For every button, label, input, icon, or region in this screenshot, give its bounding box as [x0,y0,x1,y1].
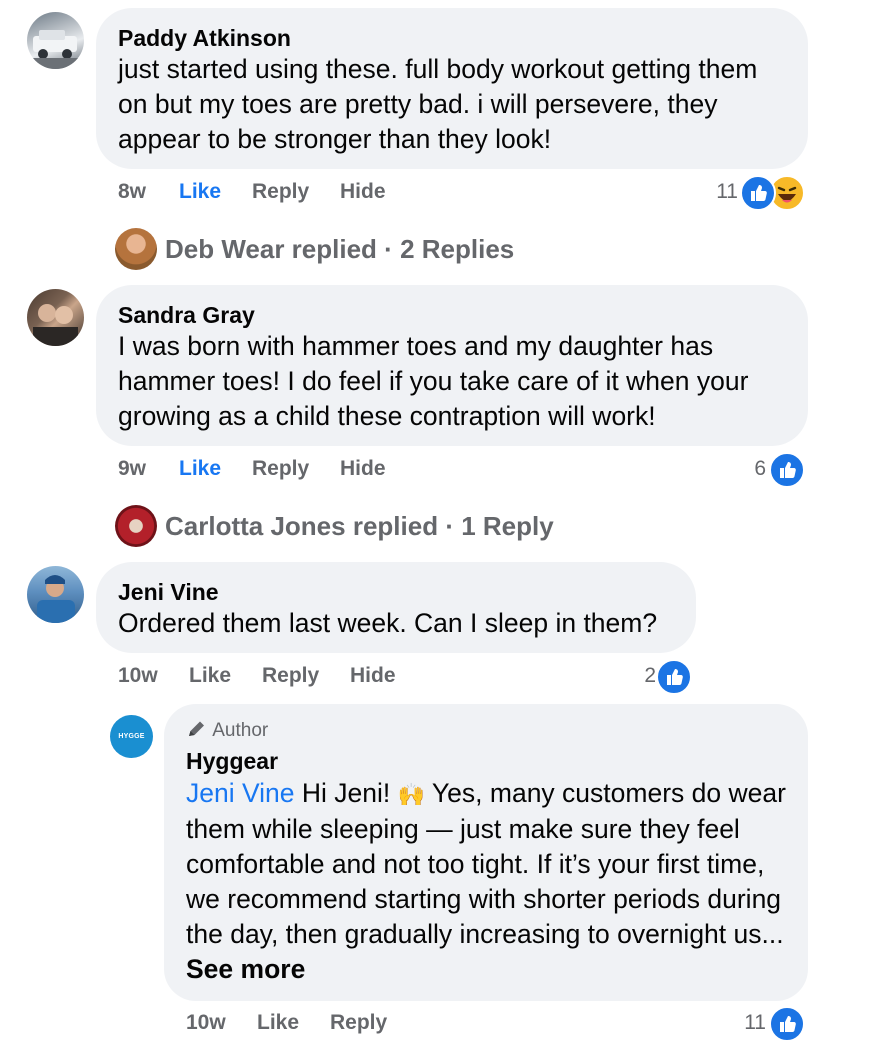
comment-timestamp[interactable]: 8w [118,180,146,204]
see-more-link[interactable]: See more [186,954,305,984]
reply-button[interactable]: Reply [252,457,309,481]
reply-button[interactable]: Reply [330,1011,387,1035]
like-icon [769,452,805,488]
replies-count: 1 Reply [461,511,554,541]
like-icon [656,659,692,695]
avatar-deb [115,228,157,270]
reply-button[interactable]: Reply [262,664,319,688]
comment-author-name[interactable]: Jeni Vine [118,579,219,606]
reaction-count[interactable]: 6 [730,457,766,481]
hide-button[interactable]: Hide [340,457,386,481]
hyggear-logo-text: HYGGE [118,733,145,740]
author-badge-label: Author [212,720,269,741]
like-icon [769,1006,805,1042]
reaction-count[interactable]: 11 [726,1011,766,1035]
pencil-icon [189,721,204,736]
avatar-photo-icon [37,575,75,623]
comment-text: I was born with hammer toes and my daugh… [118,331,749,431]
avatar-photo-icon [33,304,78,346]
avatar-sandra[interactable] [27,289,84,346]
reply-text: Jeni Vine Hi Jeni! 🙌 Yes, many customers… [186,776,794,987]
avatar-photo-icon [27,30,84,69]
like-button[interactable]: Like [179,457,221,481]
comment-text: Ordered them last week. Can I sleep in t… [118,608,658,638]
reply-author-name[interactable]: Hyggear [186,748,278,775]
comment-text: just started using these. full body work… [118,54,758,154]
replied-by-text: Deb Wear replied [165,234,377,264]
avatar-hyggear[interactable]: HYGGE [110,715,153,758]
replies-link[interactable]: Carlotta Jones replied · 1 Reply [165,511,554,542]
replies-link[interactable]: Deb Wear replied · 2 Replies [165,234,514,265]
comment-author-name[interactable]: Paddy Atkinson [118,25,291,52]
separator-dot: · [445,511,454,541]
author-badge: Author [186,719,268,742]
comment-timestamp[interactable]: 9w [118,457,146,481]
reaction-count[interactable]: 11 [700,180,738,204]
mention-link[interactable]: Jeni Vine [186,778,295,808]
reaction-count[interactable]: 2 [620,664,656,688]
hide-button[interactable]: Hide [350,664,396,688]
hide-button[interactable]: Hide [340,180,386,204]
like-button[interactable]: Like [257,1011,299,1035]
like-button[interactable]: Like [189,664,231,688]
separator-dot: · [384,234,393,264]
like-button[interactable]: Like [179,180,221,204]
replied-by-text: Carlotta Jones replied [165,511,439,541]
avatar-carlotta [115,505,157,547]
avatar-jeni[interactable] [27,566,84,623]
like-icon [740,175,776,211]
comment-author-name[interactable]: Sandra Gray [118,302,255,329]
avatar-paddy[interactable] [27,12,84,69]
reply-text-lead: Hi Jeni! [294,778,398,808]
raising-hands-icon: 🙌 [397,782,426,807]
reply-button[interactable]: Reply [252,180,309,204]
reply-timestamp[interactable]: 10w [186,1011,226,1035]
replies-count: 2 Replies [400,234,515,264]
comment-timestamp[interactable]: 10w [118,664,158,688]
